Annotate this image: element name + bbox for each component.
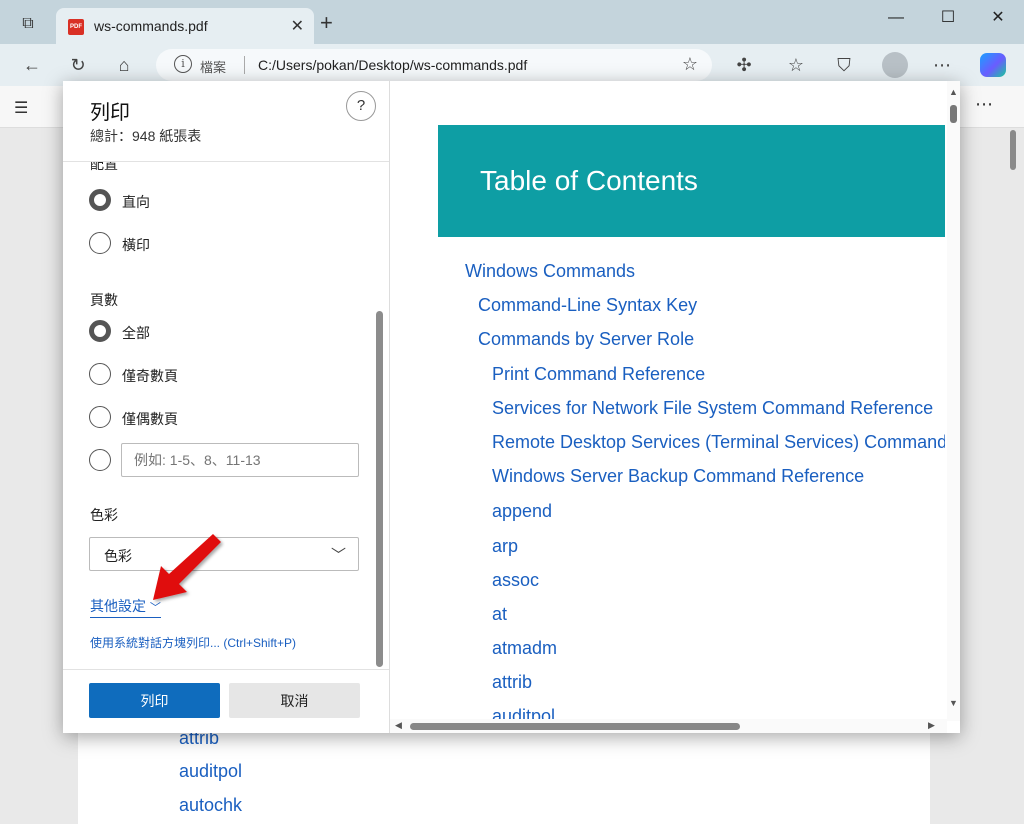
print-button[interactable]: 列印	[89, 683, 220, 718]
minimize-icon[interactable]: —	[876, 6, 916, 30]
page-range-input[interactable]	[121, 443, 359, 477]
favorite-star-icon[interactable]: ☆	[682, 54, 698, 75]
toc-item: assoc	[492, 570, 540, 590]
radio-label: 直向	[122, 194, 150, 210]
radio-unchecked[interactable]	[89, 406, 111, 428]
maximize-icon[interactable]: ☐	[928, 6, 968, 30]
toc-item: Remote Desktop Services (Terminal Servic…	[492, 432, 945, 452]
back-icon[interactable]: ←	[18, 52, 46, 78]
toc-item: Print Command Reference	[492, 364, 706, 384]
radio-label: 僅偶數頁	[122, 411, 178, 427]
toc-item: Command-Line Syntax Key	[478, 295, 698, 315]
address-scheme-label: 檔案	[200, 60, 227, 75]
color-select-value: 色彩	[104, 548, 132, 564]
workspaces-icon[interactable]: ⧉	[14, 12, 42, 36]
address-bar[interactable]: i 檔案 C:/Users/pokan/Desktop/ws-commands.…	[156, 49, 712, 81]
system-dialog-link[interactable]: 使用系統對話方塊列印... (Ctrl+Shift+P)	[90, 634, 296, 651]
browser-toolbar: ← ↻ ⌂ i 檔案 C:/Users/pokan/Desktop/ws-com…	[0, 44, 1024, 86]
scroll-left-icon[interactable]: ◀	[395, 720, 402, 731]
help-icon[interactable]: ?	[346, 91, 376, 121]
settings-scroll-area[interactable]: 配置 直向 橫印 頁數 全部 僅奇數頁 僅偶數頁 例如: 1-5、8、11-13…	[63, 162, 389, 669]
bg-toc-link[interactable]: autochk	[179, 795, 242, 816]
close-tab-icon[interactable]: ✕	[291, 16, 304, 36]
toc-item: atmadm	[492, 638, 558, 658]
more-settings-label: 其他設定	[90, 598, 146, 614]
profile-avatar[interactable]	[882, 52, 908, 78]
scroll-down-icon[interactable]: ▼	[949, 698, 958, 708]
extensions-icon[interactable]: ✣	[730, 52, 758, 78]
radio-checked[interactable]	[89, 320, 111, 342]
favorites-icon[interactable]: ☆	[782, 52, 810, 78]
preview-vertical-thumb[interactable]	[950, 105, 957, 123]
toc-item: append	[492, 501, 553, 521]
info-icon[interactable]: i	[174, 55, 192, 73]
radio-label: 全部	[122, 325, 150, 341]
new-tab-icon[interactable]: +	[320, 12, 333, 34]
radio-label: 橫印	[122, 237, 150, 253]
toc-banner: Table of Contents	[438, 125, 945, 237]
radio-unchecked[interactable]	[89, 363, 111, 385]
pdf-file-icon: PDF	[68, 19, 84, 35]
toc-item: Windows Commands	[465, 261, 636, 281]
refresh-icon[interactable]: ↻	[64, 52, 92, 78]
scroll-right-icon[interactable]: ▶	[928, 720, 935, 731]
pdf-scrollbar-thumb[interactable]	[1010, 130, 1016, 170]
pdf-scrollbar[interactable]	[1010, 130, 1016, 820]
preview-horizontal-thumb[interactable]	[410, 723, 740, 730]
pages-label: 頁數	[90, 292, 118, 308]
sheet-count: 總計：948 紙張表	[90, 128, 202, 144]
toc-item: arp	[492, 536, 519, 556]
address-separator	[244, 56, 245, 74]
chevron-down-icon: ﹀	[330, 547, 346, 564]
browser-essentials-icon[interactable]: ⛉	[830, 52, 858, 78]
preview-vertical-scrollbar[interactable]: ▲ ▼	[947, 81, 960, 721]
cancel-button[interactable]: 取消	[229, 683, 360, 718]
toc-item: Windows Server Backup Command Reference	[492, 466, 865, 486]
tab-bar: ⧉ PDF ws-commands.pdf ✕ + — ☐ ✕	[0, 0, 1024, 44]
toc-title: Table of Contents	[480, 165, 698, 196]
pages-custom[interactable]	[89, 449, 119, 473]
print-settings-panel: 列印 總計：948 紙張表 ? 配置 直向 橫印 頁數 全部 僅奇數頁 僅偶數頁…	[63, 81, 390, 733]
table-of-contents-icon[interactable]: ☰	[14, 98, 28, 118]
dialog-title: 列印	[90, 102, 130, 124]
toc-item: attrib	[492, 672, 533, 692]
bg-toc-link[interactable]: auditpol	[179, 761, 242, 782]
copilot-icon[interactable]	[980, 53, 1006, 77]
print-dialog: 列印 總計：948 紙張表 ? 配置 直向 橫印 頁數 全部 僅奇數頁 僅偶數頁…	[63, 81, 960, 733]
preview-horizontal-scrollbar[interactable]: ◀ ▶	[390, 719, 947, 733]
more-options-icon[interactable]: ⋯	[928, 52, 956, 78]
annotation-arrow-icon	[153, 534, 221, 600]
settings-scrollbar-thumb[interactable]	[376, 311, 383, 667]
address-url[interactable]: C:/Users/pokan/Desktop/ws-commands.pdf	[258, 57, 527, 73]
preview-page: Table of Contents Windows Commands Comma…	[390, 81, 945, 721]
radio-unchecked[interactable]	[89, 232, 111, 254]
tab-title: ws-commands.pdf	[94, 18, 208, 34]
dialog-footer: 列印 取消	[63, 669, 389, 733]
print-preview[interactable]: Table of Contents Windows Commands Comma…	[390, 81, 960, 733]
pdf-more-icon[interactable]: ⋯	[975, 94, 993, 115]
close-window-icon[interactable]: ✕	[978, 6, 1018, 30]
toc-item: Commands by Server Role	[478, 329, 695, 349]
radio-checked[interactable]	[89, 189, 111, 211]
toc-item: Services for Network File System Command…	[492, 398, 934, 418]
scroll-up-icon[interactable]: ▲	[949, 87, 958, 97]
home-icon[interactable]: ⌂	[110, 52, 138, 78]
orientation-label: 配置	[90, 162, 118, 172]
color-label: 色彩	[90, 507, 118, 523]
tab-ws-commands[interactable]: PDF ws-commands.pdf ✕	[56, 8, 314, 44]
radio-unchecked[interactable]	[89, 449, 111, 471]
radio-label: 僅奇數頁	[122, 368, 178, 384]
toc-item: at	[492, 604, 508, 624]
